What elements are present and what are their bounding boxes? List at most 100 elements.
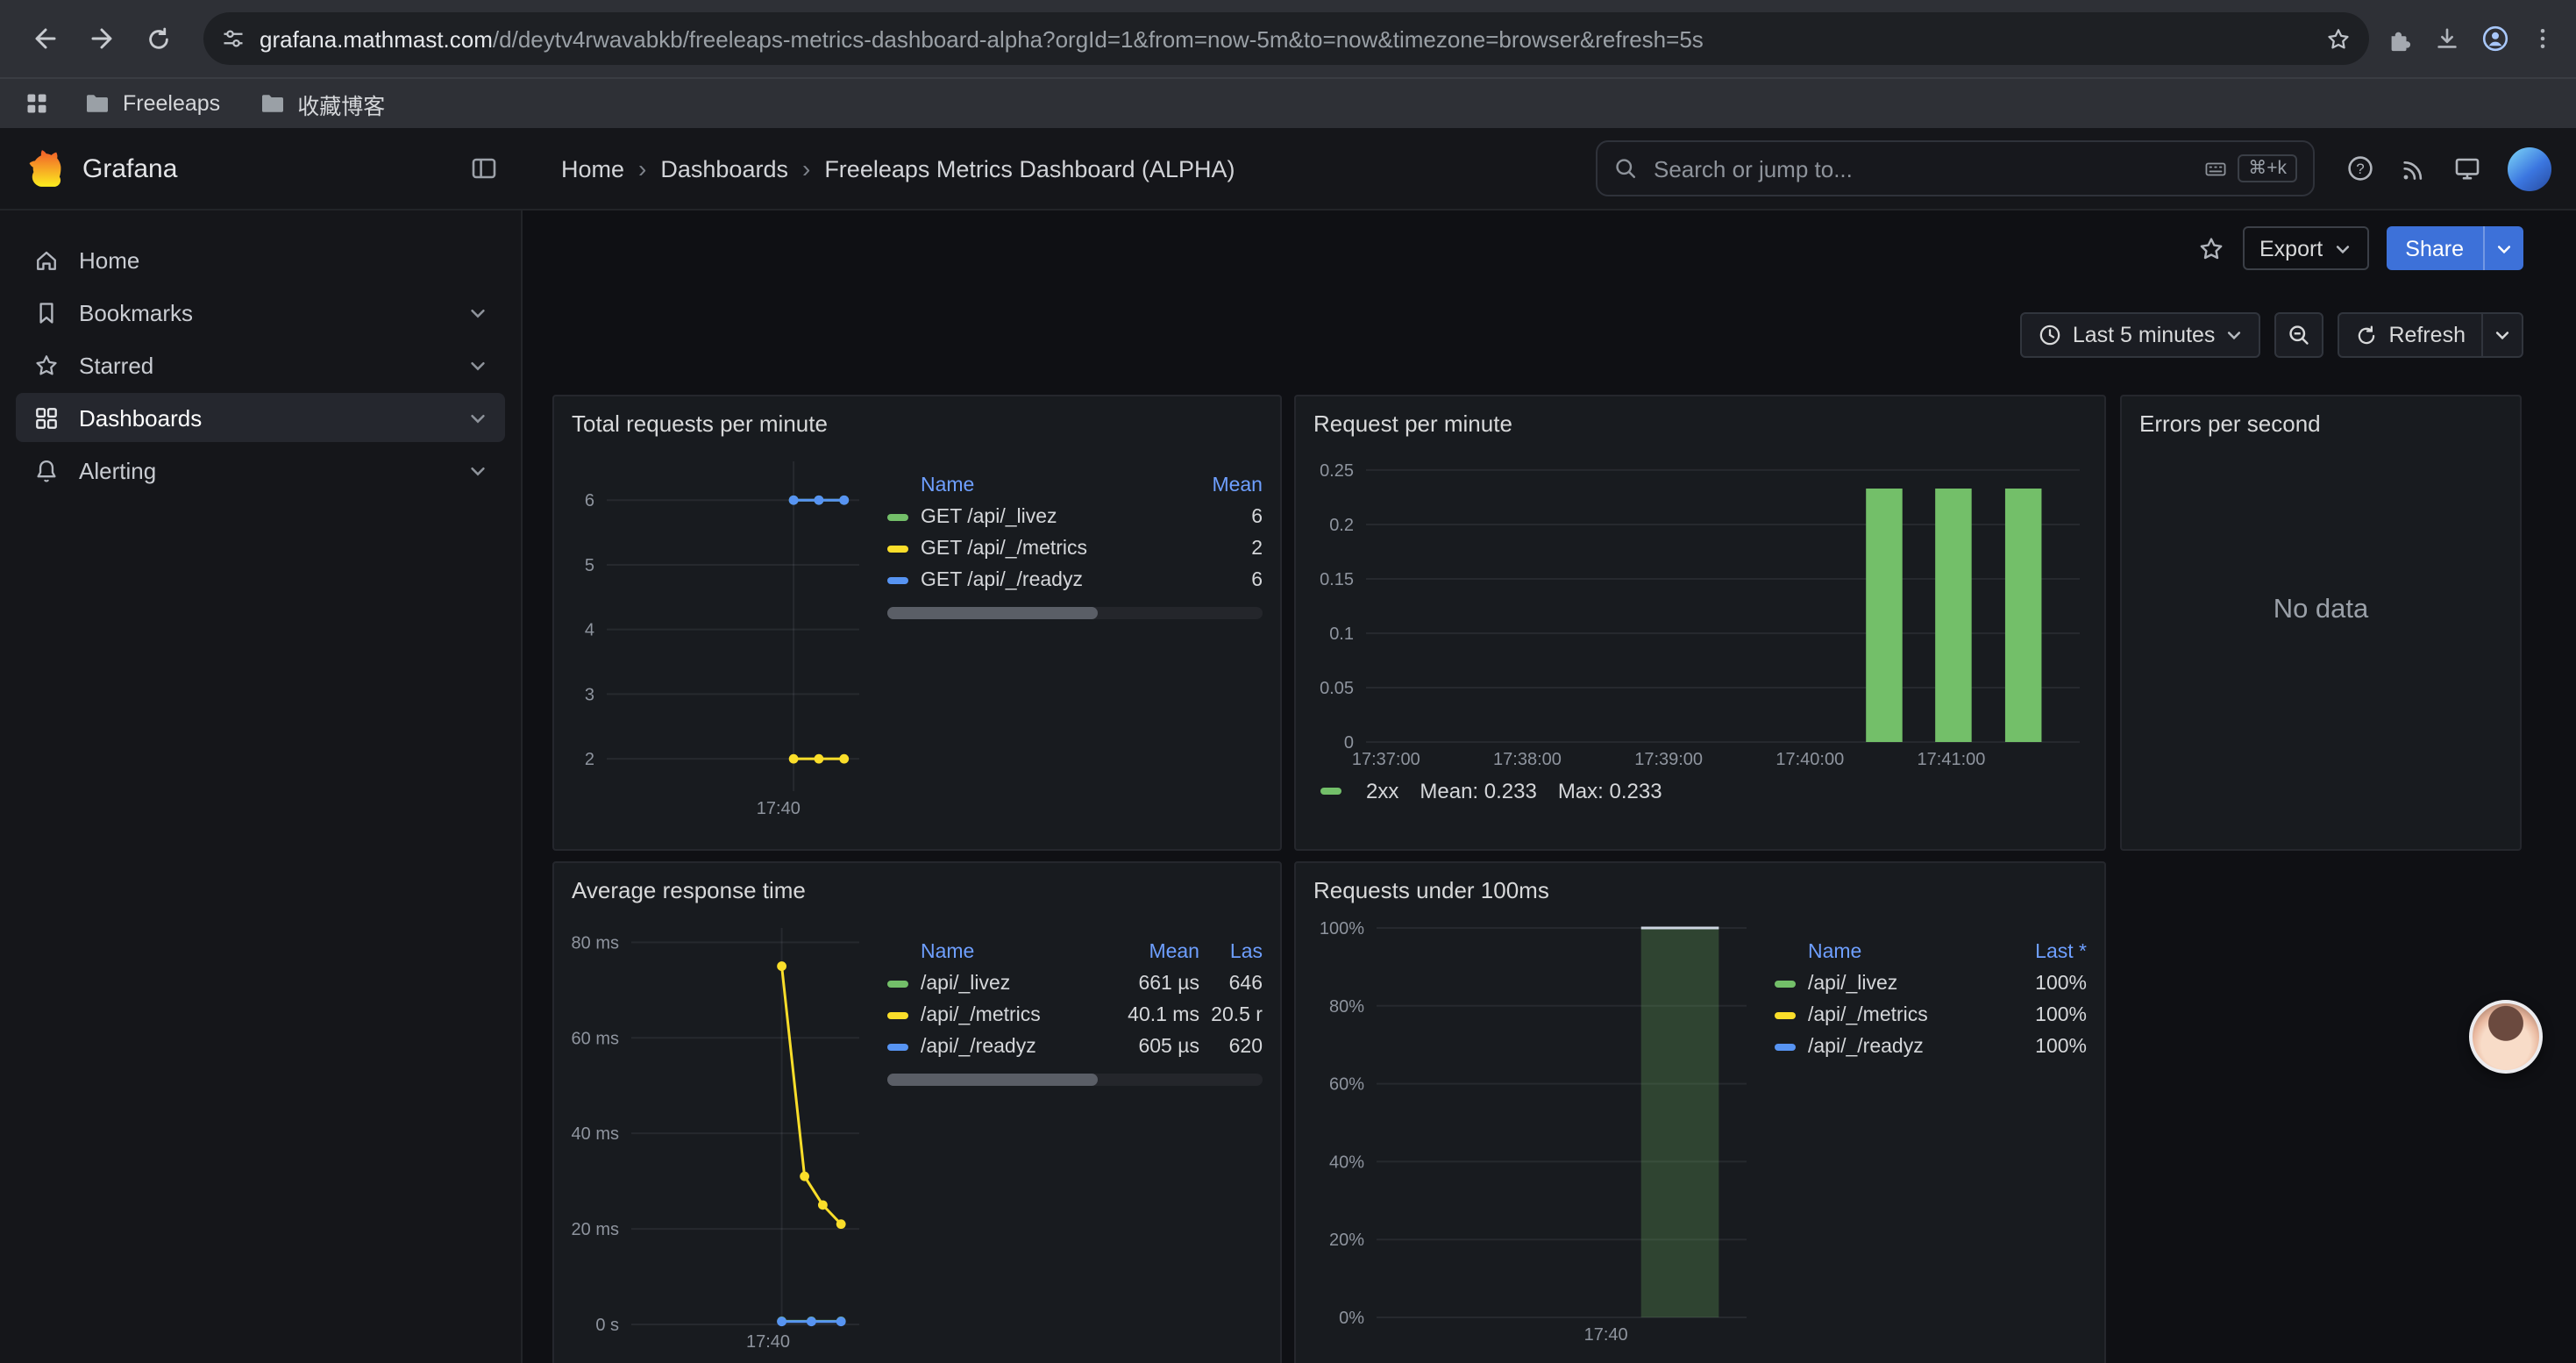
- legend-header: NameLast *: [1775, 938, 2087, 968]
- svg-text:60 ms: 60 ms: [572, 1029, 619, 1048]
- url-bar[interactable]: grafana.mathmast.com/d/deytv4rwavabkb/fr…: [203, 12, 2369, 65]
- scrollbar-thumb[interactable]: [887, 607, 1098, 619]
- legend-row[interactable]: /api/_/readyz100%: [1775, 1031, 2087, 1063]
- back-button[interactable]: [18, 11, 74, 67]
- menu-kebab-icon[interactable]: [2530, 26, 2555, 51]
- svg-text:0.15: 0.15: [1320, 570, 1354, 589]
- panel-errors-per-second: Errors per second No data: [2120, 395, 2522, 851]
- rss-icon[interactable]: [2401, 155, 2427, 182]
- search-input[interactable]: [1650, 153, 2204, 183]
- user-avatar[interactable]: [2508, 146, 2551, 190]
- zoom-out-icon: [2287, 323, 2311, 347]
- bookmark-folder[interactable]: Freeleaps: [84, 87, 220, 120]
- browser-toolbar: grafana.mathmast.com/d/deytv4rwavabkb/fr…: [0, 0, 2576, 77]
- svg-text:0.25: 0.25: [1320, 461, 1354, 481]
- legend-row[interactable]: GET /api/_/metrics2: [887, 533, 1263, 565]
- series-value: 100%: [2003, 1005, 2087, 1026]
- dashboard-actions-row: Export Share: [2196, 226, 2523, 270]
- time-controls-row: Last 5 minutes Refresh: [2020, 312, 2523, 358]
- series-name[interactable]: /api/_/metrics: [1808, 1005, 2003, 1026]
- forward-button[interactable]: [74, 11, 130, 67]
- refresh-group: Refresh: [2338, 312, 2523, 358]
- legend-scrollbar[interactable]: [887, 1074, 1263, 1086]
- extensions-icon[interactable]: [2387, 25, 2413, 52]
- series-name[interactable]: GET /api/_livez: [921, 507, 1185, 528]
- monitor-icon[interactable]: [2453, 154, 2481, 182]
- search-box[interactable]: ⌘+k: [1596, 140, 2315, 196]
- downloads-icon[interactable]: [2434, 25, 2460, 52]
- bookmark-label: Freeleaps: [123, 91, 220, 116]
- series-name[interactable]: GET /api/_/readyz: [921, 570, 1185, 591]
- sidebar-item-bookmarks[interactable]: Bookmarks: [16, 288, 505, 337]
- brand-name: Grafana: [82, 153, 177, 183]
- svg-text:80 ms: 80 ms: [572, 933, 619, 953]
- reload-button[interactable]: [130, 11, 186, 67]
- legend-row[interactable]: /api/_livez661 µs646: [887, 968, 1263, 1000]
- legend-row[interactable]: GET /api/_livez6: [887, 502, 1263, 533]
- series-swatch: [887, 514, 908, 521]
- legend-row[interactable]: /api/_/readyz605 µs620: [887, 1031, 1263, 1063]
- series-value: 100%: [2003, 1037, 2087, 1058]
- chevron-down-icon[interactable]: [468, 355, 487, 375]
- bookmarks-bar: Freeleaps 收藏博客: [0, 77, 2576, 128]
- help-icon[interactable]: ?: [2346, 154, 2374, 182]
- share-caret[interactable]: [2483, 226, 2523, 270]
- legend-scrollbar[interactable]: [887, 607, 1263, 619]
- series-value: 40.1 ms: [1112, 1005, 1199, 1026]
- series-name[interactable]: /api/_livez: [921, 974, 1112, 995]
- series-name[interactable]: /api/_/readyz: [1808, 1037, 2003, 1058]
- share-button[interactable]: Share: [2386, 226, 2523, 270]
- grafana-logo[interactable]: [25, 148, 65, 189]
- bar-chart[interactable]: 100%80%60%40%20%0%17:40: [1313, 914, 1757, 1345]
- sidebar-item-starred[interactable]: Starred: [16, 340, 505, 389]
- bar-chart[interactable]: 0.250.20.150.10.05017:37:0017:38:0017:39…: [1313, 447, 2090, 770]
- series-value: 20.5 r: [1199, 1005, 1263, 1026]
- assistant-avatar[interactable]: [2469, 1000, 2543, 1074]
- time-range-picker[interactable]: Last 5 minutes: [2020, 312, 2261, 358]
- panel-request-per-minute: Request per minute 0.250.20.150.10.05017…: [1294, 395, 2106, 851]
- site-info-icon[interactable]: [221, 26, 246, 51]
- grafana-body: Home Bookmarks StarredDashboardsAlerting E…: [0, 211, 2576, 1363]
- sidebar-item-alerting[interactable]: Alerting: [16, 446, 505, 495]
- bookmark-folder[interactable]: 收藏博客: [259, 87, 385, 120]
- scrollbar-thumb[interactable]: [887, 1074, 1098, 1086]
- export-button[interactable]: Export: [2242, 226, 2368, 270]
- series-name[interactable]: /api/_livez: [1808, 974, 2003, 995]
- refresh-button[interactable]: Refresh: [2338, 312, 2483, 358]
- sidebar-item-label: Bookmarks: [79, 299, 193, 325]
- zoom-out-button[interactable]: [2274, 312, 2323, 358]
- series-name[interactable]: 2xx: [1366, 779, 1398, 803]
- panel-title[interactable]: Total requests per minute: [572, 407, 1263, 447]
- panel-title[interactable]: Errors per second: [2139, 407, 2502, 447]
- breadcrumb-item[interactable]: Home: [561, 155, 624, 182]
- refresh-interval-caret[interactable]: [2483, 312, 2523, 358]
- dock-sidebar-button[interactable]: [470, 154, 498, 182]
- apps-grid-icon[interactable]: [25, 91, 49, 116]
- time-series-chart[interactable]: 80 ms60 ms40 ms20 ms0 s17:40: [572, 914, 870, 1352]
- breadcrumb-item[interactable]: Freeleaps Metrics Dashboard (ALPHA): [824, 155, 1235, 182]
- sidebar-item-home[interactable]: Home: [16, 235, 505, 284]
- favorite-star-button[interactable]: [2196, 234, 2224, 262]
- panel-title[interactable]: Average response time: [572, 874, 1263, 914]
- series-name[interactable]: GET /api/_/metrics: [921, 539, 1185, 560]
- profile-icon[interactable]: [2481, 25, 2509, 53]
- chevron-down-icon: [2333, 239, 2351, 257]
- grafana-header-left: Grafana: [0, 148, 523, 189]
- legend-row[interactable]: /api/_livez100%: [1775, 968, 2087, 1000]
- breadcrumb-separator: ›: [638, 154, 646, 182]
- bookmark-star-icon[interactable]: [2325, 25, 2352, 52]
- chevron-down-icon[interactable]: [468, 408, 487, 427]
- legend-row[interactable]: /api/_/metrics40.1 ms20.5 r: [887, 1000, 1263, 1031]
- legend-row[interactable]: /api/_/metrics100%: [1775, 1000, 2087, 1031]
- time-series-chart[interactable]: 6543217:40: [572, 447, 870, 819]
- breadcrumb-item[interactable]: Dashboards: [660, 155, 788, 182]
- sidebar-item-dashboards[interactable]: Dashboards: [16, 393, 505, 442]
- panel-title[interactable]: Requests under 100ms: [1313, 874, 2087, 914]
- panel-title[interactable]: Request per minute: [1313, 407, 2087, 447]
- chevron-down-icon[interactable]: [468, 460, 487, 480]
- series-name[interactable]: /api/_/readyz: [921, 1037, 1112, 1058]
- series-name[interactable]: /api/_/metrics: [921, 1005, 1112, 1026]
- legend-row[interactable]: GET /api/_/readyz6: [887, 565, 1263, 596]
- chevron-down-icon[interactable]: [468, 303, 487, 322]
- series-swatch: [1775, 1044, 1796, 1051]
